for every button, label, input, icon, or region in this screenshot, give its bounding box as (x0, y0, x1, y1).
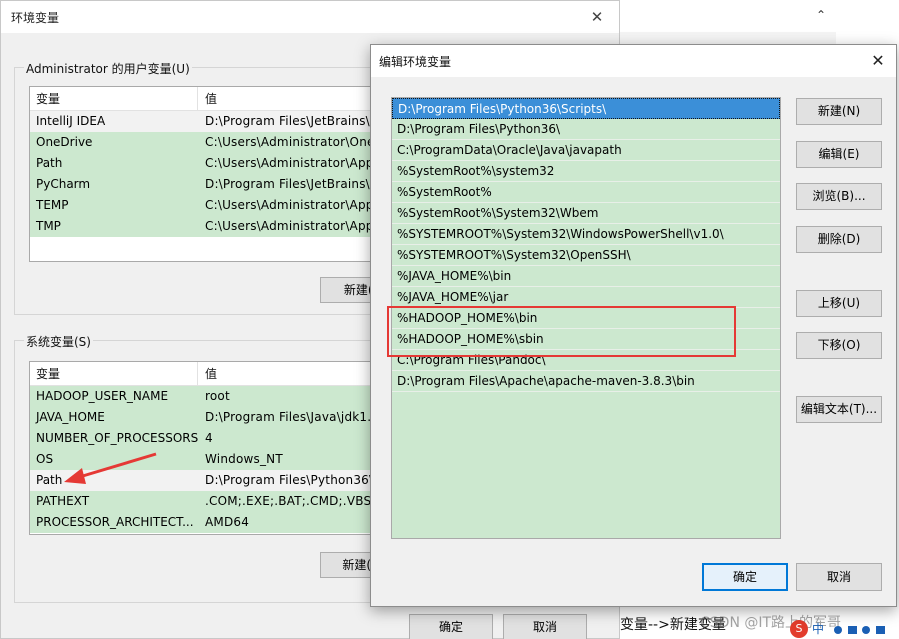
variable-name: HADOOP_USER_NAME (36, 389, 169, 403)
move-up-button[interactable]: 上移(U) (796, 290, 882, 317)
edit-dialog-titlebar: 编辑环境变量 ✕ (371, 45, 896, 77)
edit-dialog-title: 编辑环境变量 (379, 55, 452, 69)
list-item[interactable]: %SystemRoot%\System32\Wbem (392, 203, 780, 224)
edit-environment-variable-dialog: 编辑环境变量 ✕ D:\Program Files\Python36\Scrip… (370, 44, 897, 607)
edit-text-button[interactable]: 编辑文本(T)... (796, 396, 882, 423)
move-down-button[interactable]: 下移(O) (796, 332, 882, 359)
variable-name: OneDrive (36, 135, 93, 149)
variable-name: PROCESSOR_ARCHITECT... (36, 515, 194, 529)
env-ok-button[interactable]: 确定 (409, 614, 493, 639)
new-path-button[interactable]: 新建(N) (796, 98, 882, 125)
input-method-indicator[interactable]: 中 (812, 620, 824, 637)
variable-name: Path (36, 156, 63, 170)
tray-status-icons (834, 626, 885, 634)
browse-button[interactable]: 浏览(B)... (796, 183, 882, 210)
column-header-name[interactable]: 变量 (30, 87, 198, 110)
cancel-button[interactable]: 取消 (796, 563, 882, 591)
variable-name: PyCharm (36, 177, 91, 191)
list-item[interactable]: D:\Program Files\Apache\apache-maven-3.8… (392, 371, 780, 392)
list-item[interactable]: D:\Program Files\Python36\ (392, 119, 780, 140)
delete-button[interactable]: 删除(D) (796, 226, 882, 253)
variable-name: TMP (36, 219, 61, 233)
list-item[interactable]: %JAVA_HOME%\bin (392, 266, 780, 287)
list-item-selected[interactable]: D:\Program Files\Python36\Scripts\ (392, 98, 780, 119)
column-header-name[interactable]: 变量 (30, 362, 198, 385)
user-variables-label: Administrator 的用户变量(U) (24, 60, 192, 77)
env-window-titlebar: 环境变量 ✕ (1, 1, 619, 33)
ok-button[interactable]: 确定 (702, 563, 788, 591)
env-window-title: 环境变量 (11, 10, 60, 25)
list-item-hadoop-sbin[interactable]: %HADOOP_HOME%\sbin (392, 329, 780, 350)
variable-name: JAVA_HOME (36, 410, 105, 424)
env-cancel-button[interactable]: 取消 (503, 614, 587, 639)
close-icon[interactable]: ✕ (587, 7, 607, 27)
red-arrow-annotation (64, 452, 157, 484)
list-item[interactable]: %SYSTEMROOT%\System32\WindowsPowerShell\… (392, 224, 780, 245)
edit-path-button[interactable]: 编辑(E) (796, 141, 882, 168)
path-entries-list[interactable]: D:\Program Files\Python36\Scripts\ D:\Pr… (391, 97, 781, 539)
tray-logo-icon[interactable]: S (790, 620, 808, 638)
list-item[interactable]: %SYSTEMROOT%\System32\OpenSSH\ (392, 245, 780, 266)
tray-icons: S 中 (790, 620, 899, 639)
list-item-hadoop-bin[interactable]: %HADOOP_HOME%\bin (392, 308, 780, 329)
list-item[interactable]: C:\ProgramData\Oracle\Java\javapath (392, 140, 780, 161)
list-item[interactable]: %SystemRoot% (392, 182, 780, 203)
variable-name: PATHEXT (36, 494, 90, 508)
close-icon[interactable]: ✕ (868, 51, 888, 71)
chevron-up-icon[interactable]: ⌃ (816, 8, 826, 22)
variable-name: IntelliJ IDEA (36, 114, 106, 128)
list-item[interactable]: %JAVA_HOME%\jar (392, 287, 780, 308)
list-item[interactable]: %SystemRoot%\system32 (392, 161, 780, 182)
variable-name: NUMBER_OF_PROCESSORS (36, 431, 198, 445)
background-window-titlebar (620, 0, 899, 32)
list-item[interactable]: C:\Program Files\Pandoc\ (392, 350, 780, 371)
variable-name: TEMP (36, 198, 69, 212)
system-variables-label: 系统变量(S) (24, 333, 93, 350)
